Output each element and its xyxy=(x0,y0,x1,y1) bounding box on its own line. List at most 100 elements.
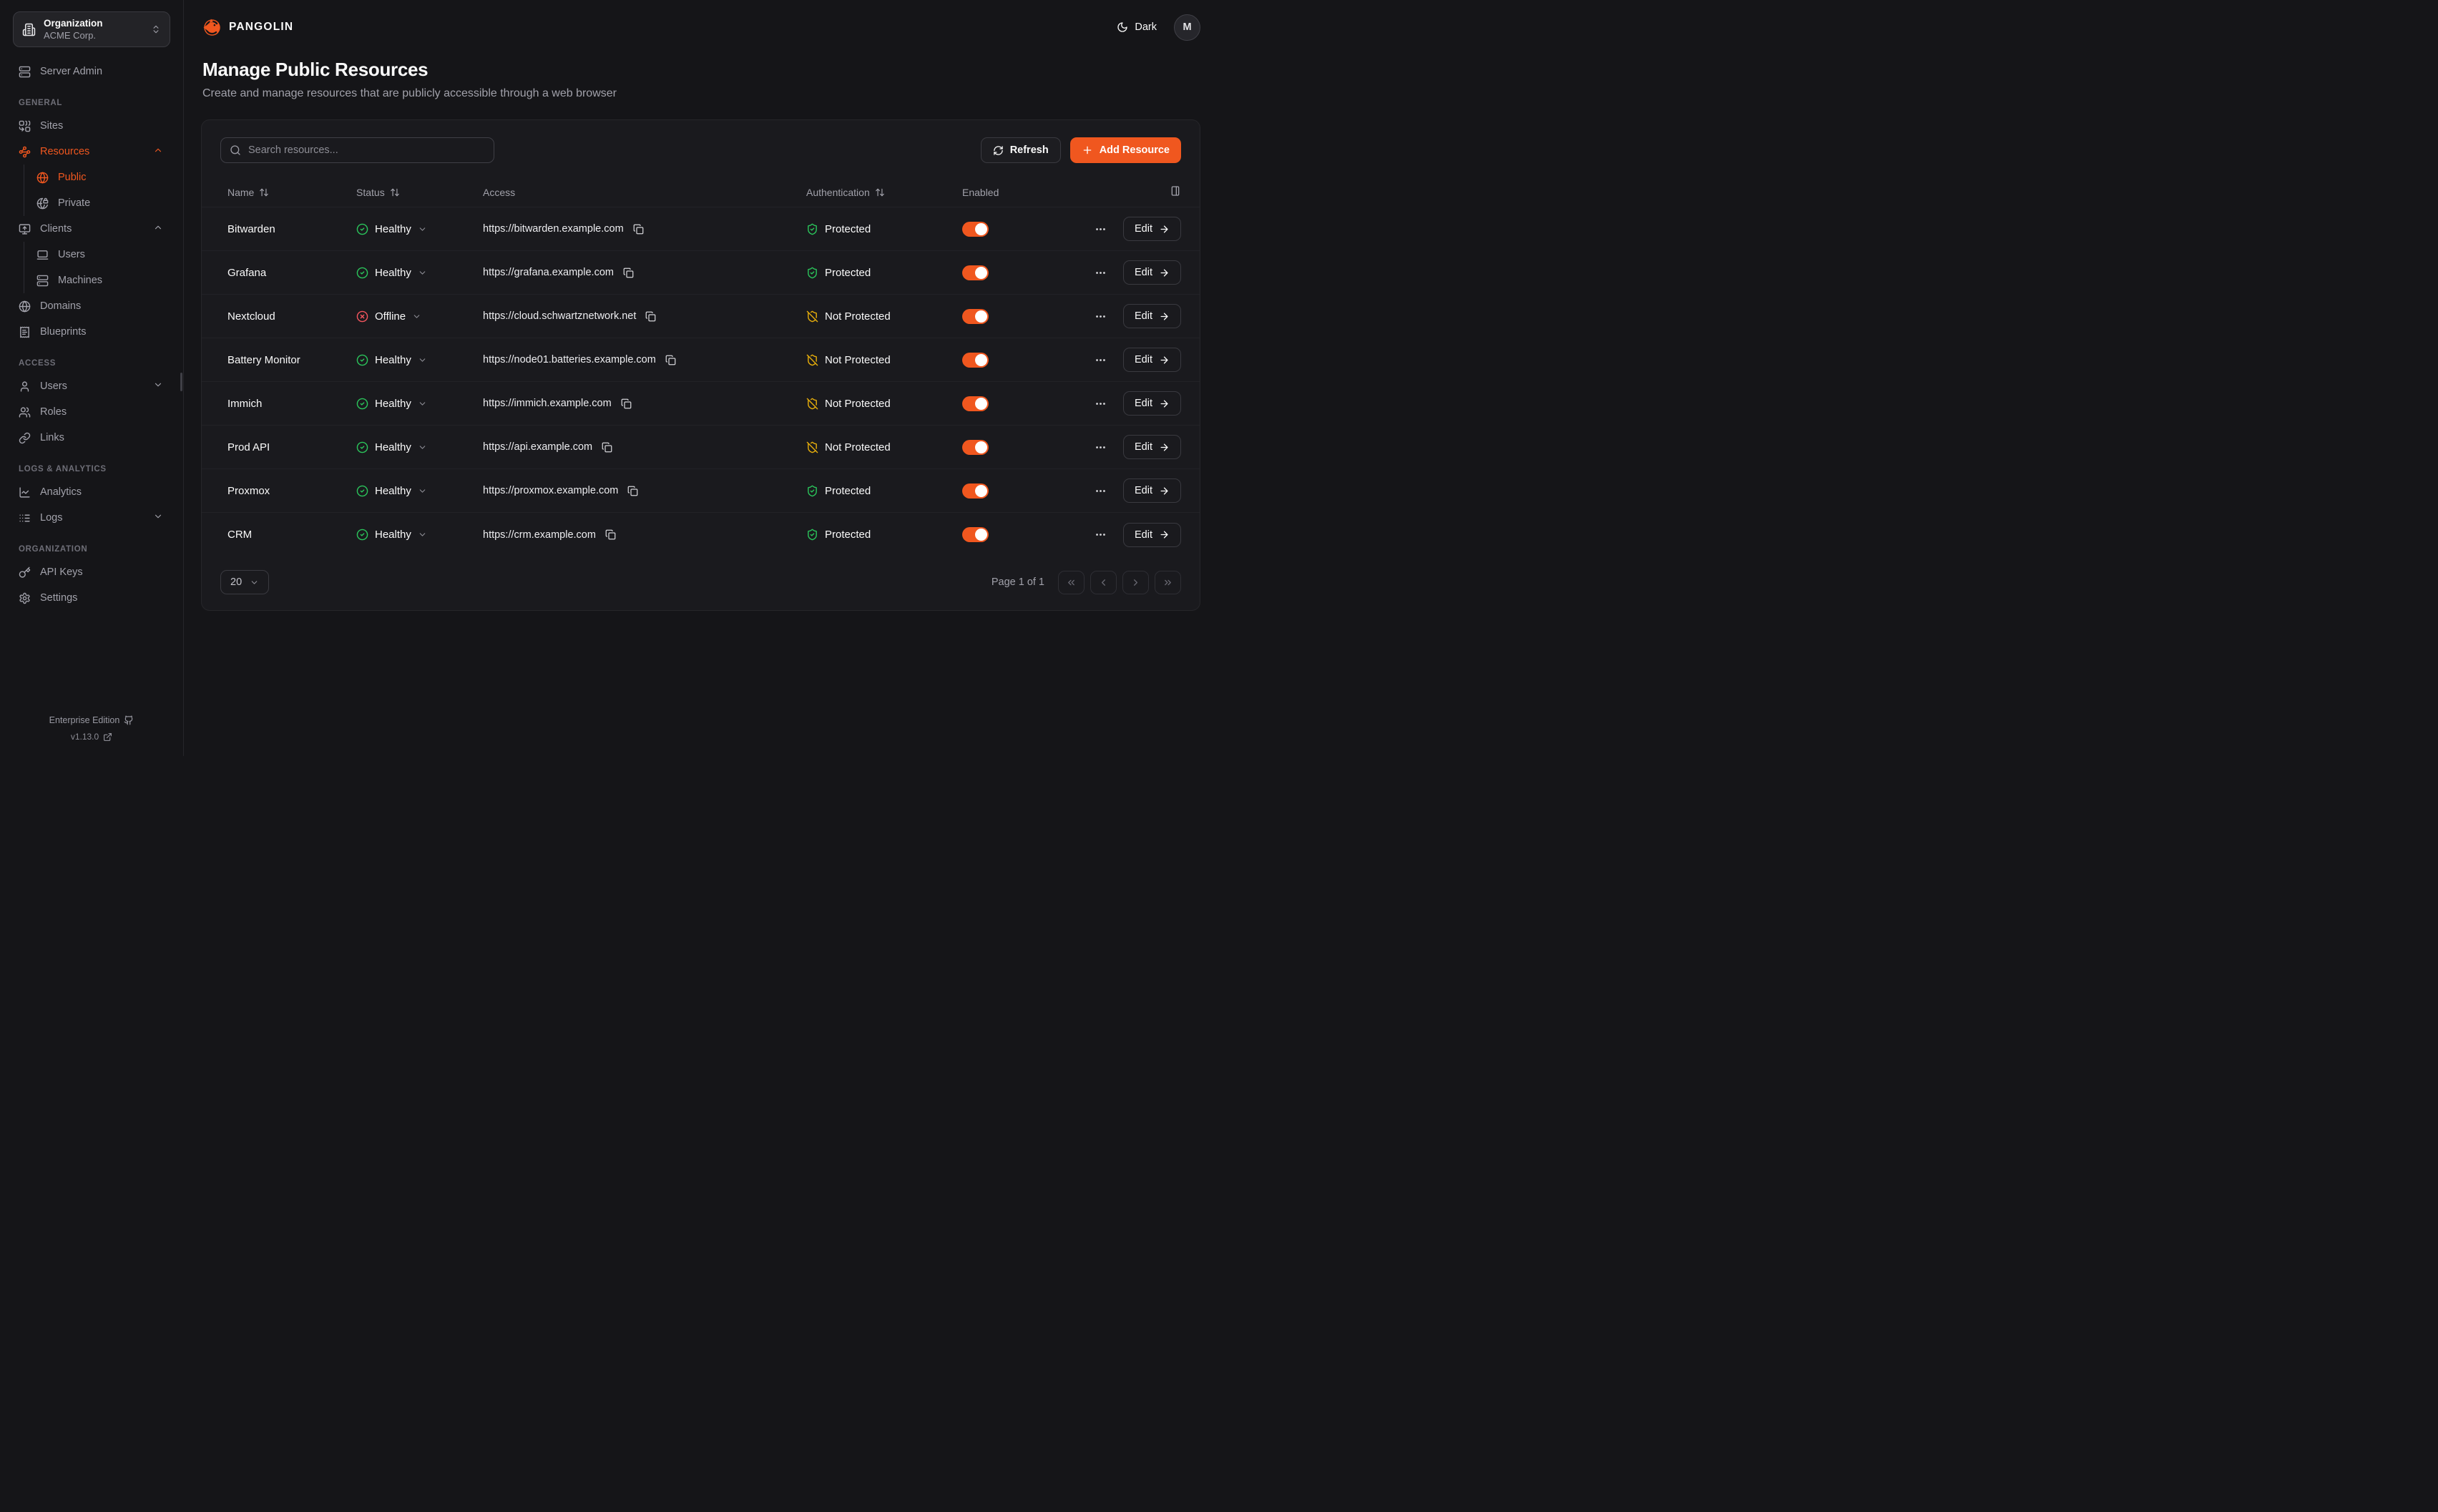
globe-icon xyxy=(19,300,31,313)
row-menu-button[interactable] xyxy=(1095,223,1107,235)
external-link-icon xyxy=(103,732,112,742)
status-dropdown[interactable]: Healthy xyxy=(356,529,427,541)
first-page-button[interactable] xyxy=(1058,571,1085,594)
edit-button[interactable]: Edit xyxy=(1123,391,1181,416)
enabled-toggle[interactable] xyxy=(962,265,989,280)
copy-url-button[interactable] xyxy=(605,529,616,540)
copy-url-button[interactable] xyxy=(602,442,612,453)
auth-status: Not Protected xyxy=(806,398,962,410)
enabled-toggle[interactable] xyxy=(962,309,989,324)
chevron-up-icon xyxy=(153,222,163,232)
enabled-toggle[interactable] xyxy=(962,353,989,368)
avatar[interactable]: M xyxy=(1174,14,1200,41)
enabled-toggle[interactable] xyxy=(962,527,989,542)
sidebar-subgroup: UsersMachines xyxy=(24,242,183,293)
auth-status: Protected xyxy=(806,223,962,235)
enabled-toggle[interactable] xyxy=(962,483,989,499)
pagination: Page 1 of 1 xyxy=(992,571,1181,594)
edit-button[interactable]: Edit xyxy=(1123,435,1181,459)
enabled-toggle[interactable] xyxy=(962,440,989,455)
sidebar-item-users[interactable]: Users xyxy=(24,242,183,267)
status-dropdown[interactable]: Healthy xyxy=(356,267,427,279)
theme-toggle[interactable]: Dark xyxy=(1117,21,1157,33)
edit-button[interactable]: Edit xyxy=(1123,478,1181,503)
sidebar-item-links[interactable]: Links xyxy=(0,425,183,451)
refresh-button[interactable]: Refresh xyxy=(981,137,1061,163)
column-header-name[interactable]: Name xyxy=(220,187,356,198)
sidebar-item-server-admin[interactable]: Server Admin xyxy=(0,59,183,84)
status-dropdown[interactable]: Offline xyxy=(356,310,421,323)
table-row: CRM Healthy https://crm.example.com Prot… xyxy=(202,513,1200,556)
copy-url-button[interactable] xyxy=(633,224,644,235)
status-dropdown[interactable]: Healthy xyxy=(356,354,427,366)
copy-url-button[interactable] xyxy=(621,398,632,409)
chart-icon xyxy=(19,486,31,499)
copy-url-button[interactable] xyxy=(645,311,656,322)
column-header-status[interactable]: Status xyxy=(356,187,483,198)
sidebar-item-api-keys[interactable]: API Keys xyxy=(0,559,183,585)
status-dropdown[interactable]: Healthy xyxy=(356,398,427,410)
edit-button[interactable]: Edit xyxy=(1123,348,1181,372)
sidebar-item-logs[interactable]: Logs xyxy=(0,505,183,531)
chevrons-left-icon xyxy=(1066,577,1077,588)
table-footer: 20 Page 1 of 1 xyxy=(202,556,1200,610)
sidebar-item-private[interactable]: Private xyxy=(24,190,183,216)
search-input[interactable] xyxy=(248,144,485,156)
shield-check-icon xyxy=(806,223,818,235)
last-page-button[interactable] xyxy=(1155,571,1181,594)
sidebar-scrollbar-thumb[interactable] xyxy=(180,373,182,391)
edit-button[interactable]: Edit xyxy=(1123,304,1181,328)
sidebar-item-clients[interactable]: Clients xyxy=(0,216,183,242)
server-icon xyxy=(36,275,49,287)
edit-button[interactable]: Edit xyxy=(1123,523,1181,547)
auth-status: Protected xyxy=(806,485,962,497)
columns-settings-button[interactable] xyxy=(1170,185,1181,199)
enabled-toggle[interactable] xyxy=(962,396,989,411)
add-resource-button[interactable]: Add Resource xyxy=(1070,137,1181,163)
copy-url-button[interactable] xyxy=(665,355,676,365)
sidebar-item-users[interactable]: Users xyxy=(0,373,183,399)
sidebar-nav: Server AdminGENERALSitesResourcesPublicP… xyxy=(0,59,183,715)
edit-button[interactable]: Edit xyxy=(1123,260,1181,285)
sidebar-item-analytics[interactable]: Analytics xyxy=(0,479,183,505)
sidebar-item-sites[interactable]: Sites xyxy=(0,113,183,139)
link-icon xyxy=(19,432,31,444)
row-menu-button[interactable] xyxy=(1095,354,1107,366)
row-menu-button[interactable] xyxy=(1095,485,1107,497)
next-page-button[interactable] xyxy=(1122,571,1149,594)
edit-button[interactable]: Edit xyxy=(1123,217,1181,241)
ellipsis-icon xyxy=(1095,223,1107,235)
circle-check-icon xyxy=(356,398,368,410)
copy-url-button[interactable] xyxy=(623,267,634,278)
sidebar-item-machines[interactable]: Machines xyxy=(24,267,183,293)
chevron-down-icon xyxy=(412,312,421,321)
sidebar-item-domains[interactable]: Domains xyxy=(0,293,183,319)
shield-off-icon xyxy=(806,310,818,323)
row-menu-button[interactable] xyxy=(1095,529,1107,541)
waypoints-icon xyxy=(19,146,31,158)
version-link[interactable]: v1.13.0 xyxy=(0,732,183,742)
page-head: Manage Public Resources Create and manag… xyxy=(184,54,1219,100)
sidebar-item-public[interactable]: Public xyxy=(24,165,183,190)
sidebar-item-resources[interactable]: Resources xyxy=(0,139,183,165)
enabled-toggle[interactable] xyxy=(962,222,989,237)
building-icon xyxy=(22,23,36,36)
sidebar-item-blueprints[interactable]: Blueprints xyxy=(0,319,183,345)
page-size-select[interactable]: 20 xyxy=(220,570,269,594)
row-menu-button[interactable] xyxy=(1095,310,1107,323)
prev-page-button[interactable] xyxy=(1090,571,1117,594)
column-header-authentication[interactable]: Authentication xyxy=(806,187,962,198)
status-dropdown[interactable]: Healthy xyxy=(356,223,427,235)
copy-url-button[interactable] xyxy=(627,486,638,496)
key-icon xyxy=(19,566,31,579)
resource-name: Bitwarden xyxy=(220,223,356,235)
status-dropdown[interactable]: Healthy xyxy=(356,485,427,497)
sidebar-item-roles[interactable]: Roles xyxy=(0,399,183,425)
brand-logo[interactable]: PANGOLIN xyxy=(202,18,293,37)
org-selector[interactable]: Organization ACME Corp. xyxy=(13,11,170,47)
row-menu-button[interactable] xyxy=(1095,441,1107,453)
row-menu-button[interactable] xyxy=(1095,267,1107,279)
sidebar-item-settings[interactable]: Settings xyxy=(0,585,183,611)
status-dropdown[interactable]: Healthy xyxy=(356,441,427,453)
row-menu-button[interactable] xyxy=(1095,398,1107,410)
